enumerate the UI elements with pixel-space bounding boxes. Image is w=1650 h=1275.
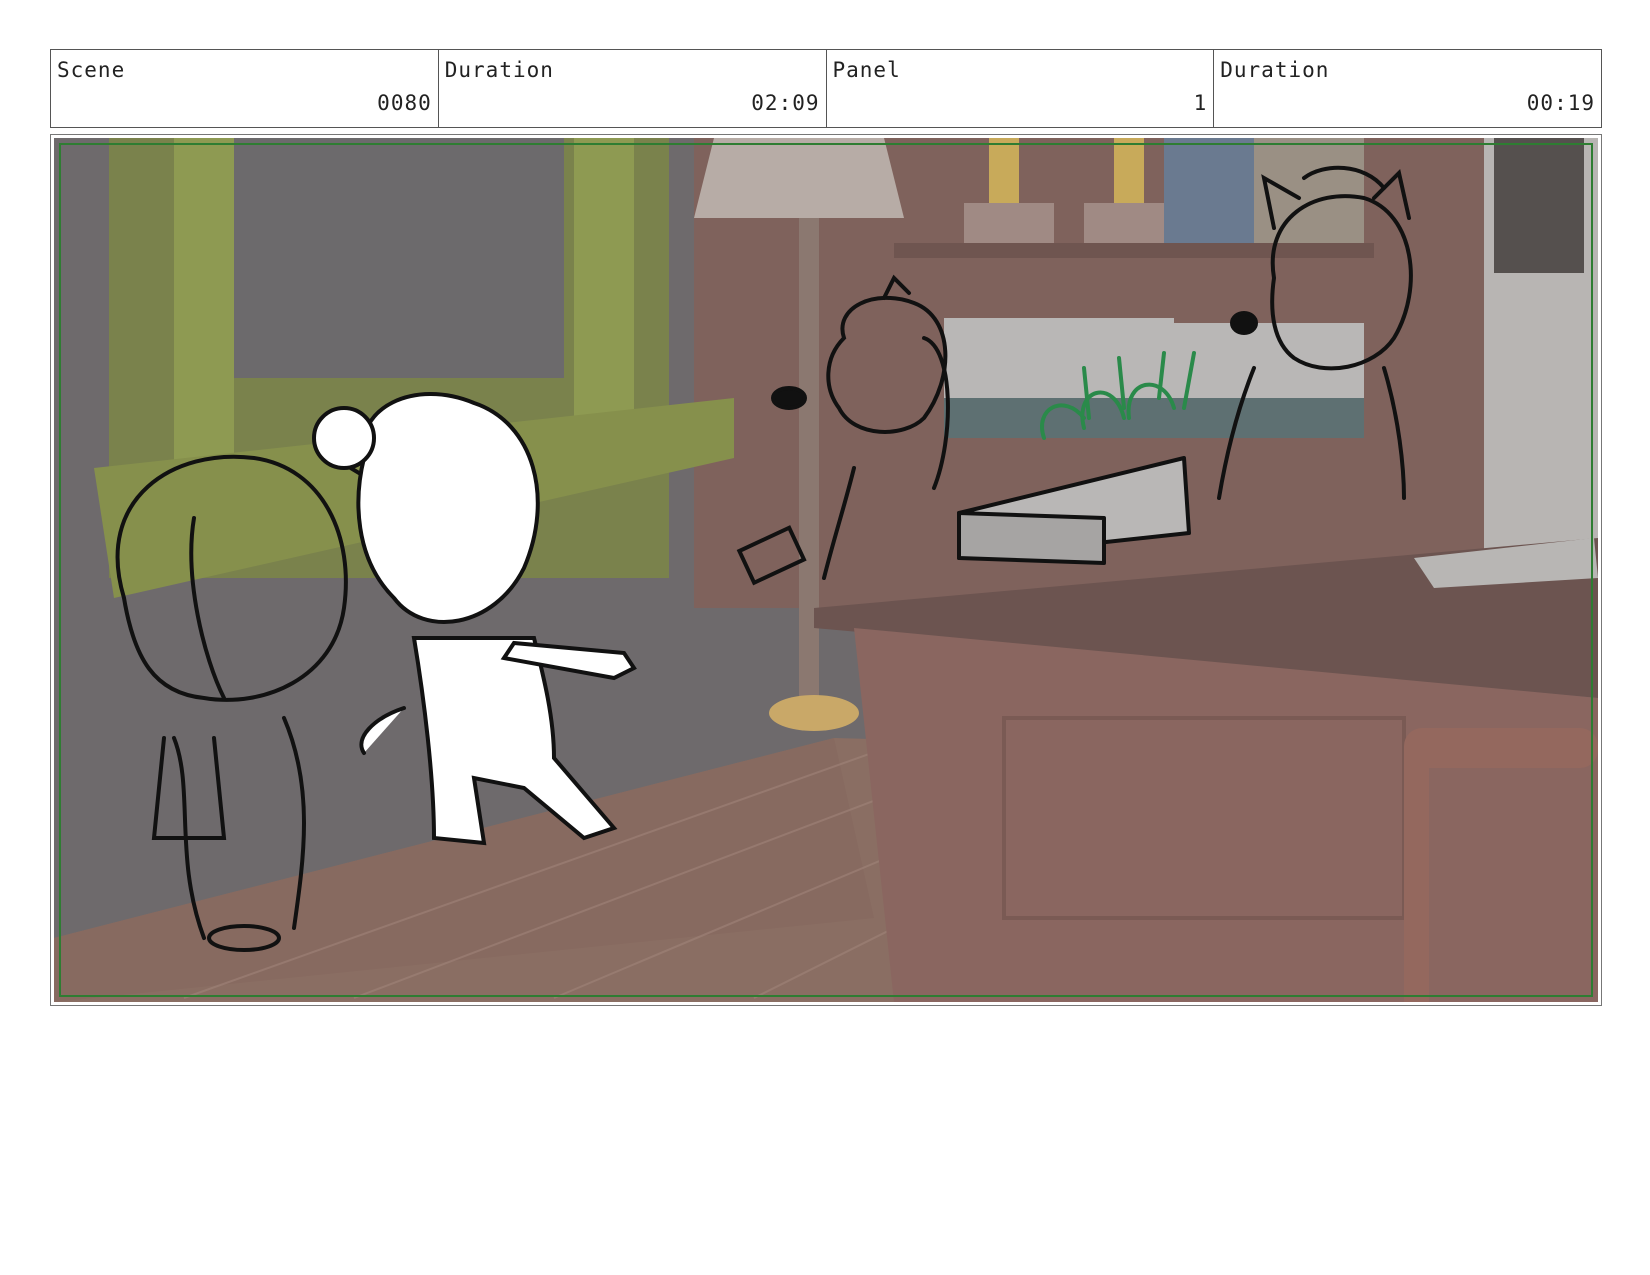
scene-duration-label: Duration bbox=[444, 58, 554, 82]
storyboard-panel-image bbox=[54, 138, 1598, 1002]
scene-duration-value: 02:09 bbox=[751, 91, 820, 115]
scene-duration-cell: Duration 02:09 bbox=[439, 50, 827, 127]
panel-label: Panel bbox=[832, 58, 901, 82]
storyboard-header: Scene 0080 Duration 02:09 Panel 1 Durati… bbox=[50, 49, 1602, 128]
panel-duration-value: 00:19 bbox=[1526, 91, 1595, 115]
panel-duration-cell: Duration 00:19 bbox=[1214, 50, 1601, 127]
scene-label: Scene bbox=[57, 58, 126, 82]
panel-cell: Panel 1 bbox=[827, 50, 1215, 127]
scene-cell: Scene 0080 bbox=[51, 50, 439, 127]
scene-number: 0080 bbox=[377, 91, 432, 115]
panel-duration-label: Duration bbox=[1220, 58, 1330, 82]
panel-number: 1 bbox=[1193, 91, 1208, 115]
panel-frame bbox=[50, 134, 1602, 1006]
